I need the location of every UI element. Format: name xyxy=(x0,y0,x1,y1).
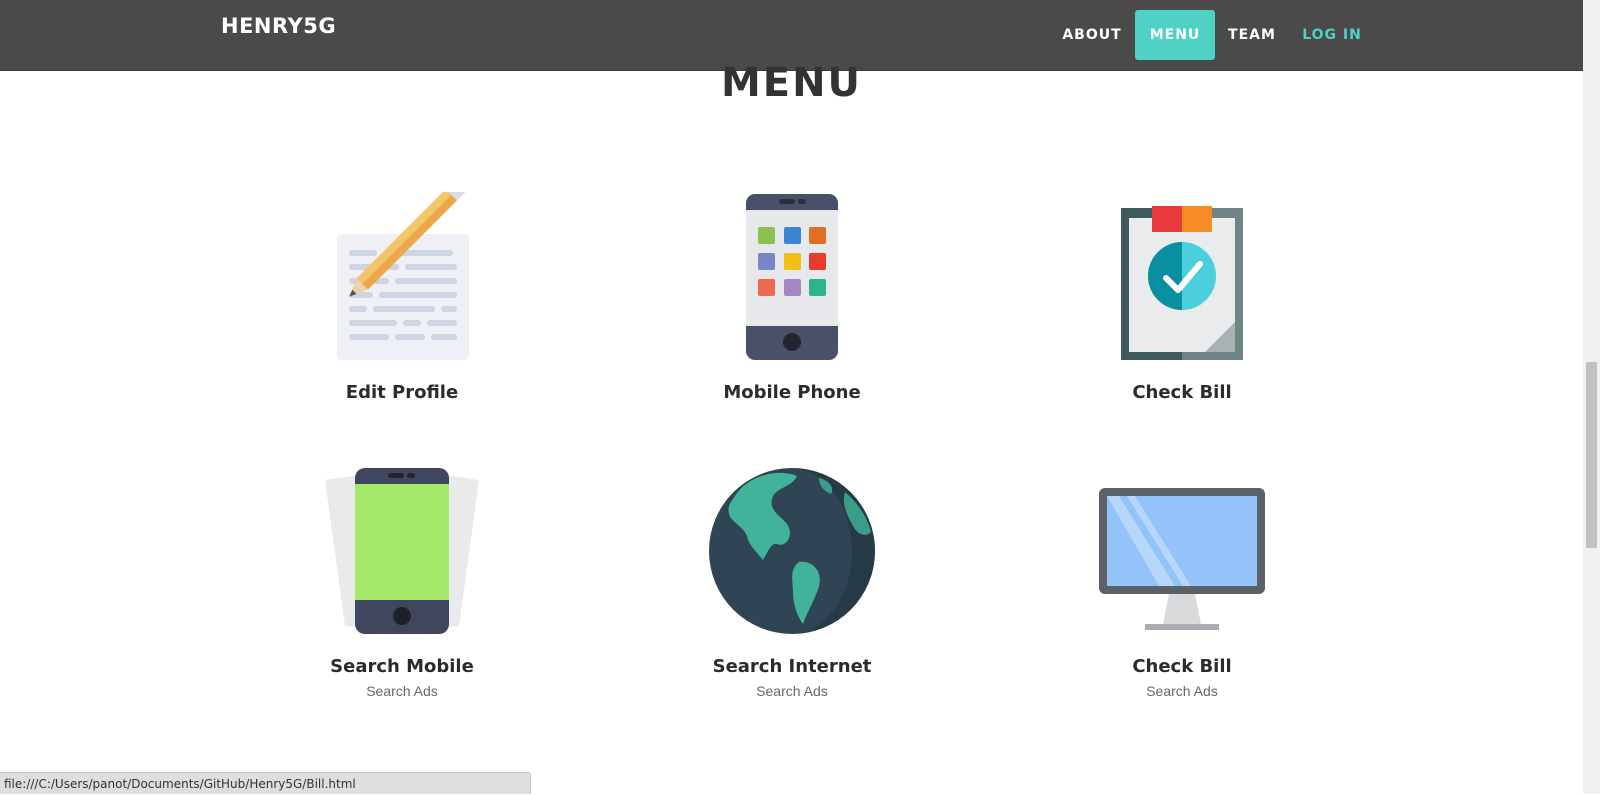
menu-card-check-bill-monitor[interactable]: Check Bill Search Ads xyxy=(1032,466,1332,699)
nav-about[interactable]: ABOUT xyxy=(1056,10,1128,60)
edit-document-icon xyxy=(252,192,552,362)
card-label: Search Mobile xyxy=(330,656,474,677)
card-subtitle: Search Ads xyxy=(366,683,438,699)
menu-card-search-mobile[interactable]: Search Mobile Search Ads xyxy=(252,466,552,699)
nav-menu[interactable]: MENU xyxy=(1135,10,1215,60)
nav-team[interactable]: TEAM xyxy=(1221,10,1283,60)
card-label: Check Bill xyxy=(1132,382,1232,403)
menu-card-mobile-phone[interactable]: Mobile Phone xyxy=(642,192,942,403)
monitor-icon xyxy=(1032,466,1332,636)
clipboard-check-icon xyxy=(1032,192,1332,362)
menu-card-search-internet[interactable]: Search Internet Search Ads xyxy=(642,466,942,699)
browser-status-bar: file:///C:/Users/panot/Documents/GitHub/… xyxy=(0,772,531,794)
brand-logo[interactable]: HENRY5G xyxy=(221,14,336,38)
mobile-phone-icon xyxy=(642,192,942,362)
scrollbar-thumb[interactable] xyxy=(1586,362,1597,548)
card-subtitle: Search Ads xyxy=(1146,683,1218,699)
card-label: Check Bill xyxy=(1132,656,1232,677)
nav-login[interactable]: LOG IN xyxy=(1296,10,1368,60)
card-subtitle: Search Ads xyxy=(756,683,828,699)
card-label: Mobile Phone xyxy=(723,382,861,403)
card-label: Search Internet xyxy=(712,656,872,677)
menu-card-edit-profile[interactable]: Edit Profile xyxy=(252,192,552,403)
card-label: Edit Profile xyxy=(345,382,459,403)
page-title: MENU xyxy=(720,60,863,106)
globe-icon xyxy=(642,466,942,636)
green-phone-icon xyxy=(252,466,552,636)
menu-card-check-bill[interactable]: Check Bill xyxy=(1032,192,1332,403)
